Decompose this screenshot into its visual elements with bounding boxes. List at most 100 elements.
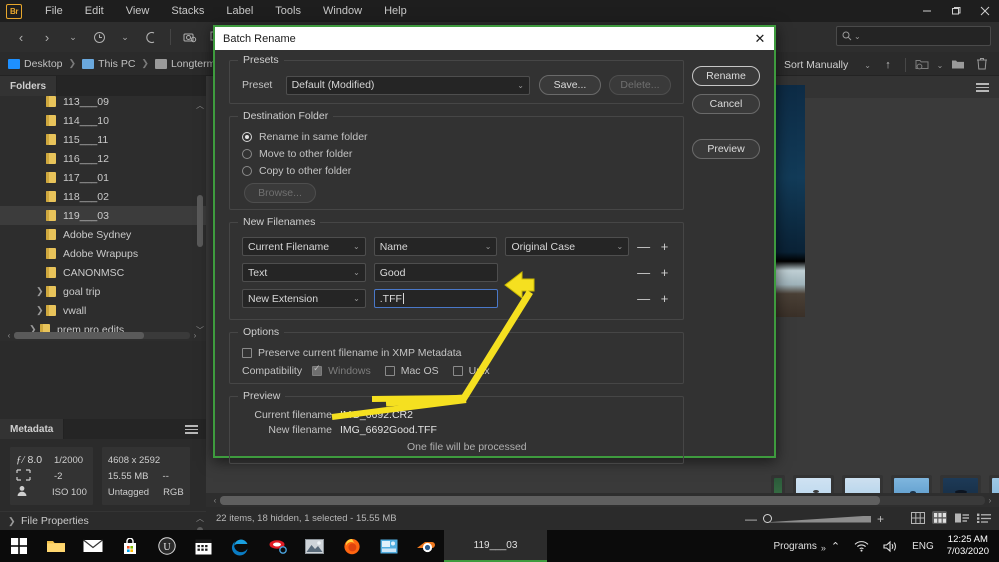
thumbnail-view-icon[interactable] [932,511,947,524]
forward-arrow-icon[interactable]: › [34,26,60,48]
radio-copy-other-folder[interactable]: Copy to other folder [242,165,671,177]
hamburger-icon[interactable] [185,425,198,434]
hscroll-thumb[interactable] [220,495,880,505]
folder-row[interactable]: ❯ goal trip [0,282,206,301]
breadcrumb-item-desktop[interactable]: Desktop ❯ [8,58,82,70]
grid-view-icon[interactable] [910,511,925,524]
minimize-button[interactable] [912,0,941,22]
tab-metadata[interactable]: Metadata [0,419,65,439]
remove-row-icon[interactable]: — [637,291,650,306]
rename-button[interactable]: Rename [692,66,760,86]
firefox-icon[interactable] [333,530,370,562]
save-preset-button[interactable]: Save... [538,75,601,95]
scroll-right-icon[interactable]: › [190,331,200,340]
menu-view[interactable]: View [115,0,161,22]
folder-row[interactable]: ❯ vwall [0,301,206,320]
camera-raw-icon[interactable] [177,26,203,48]
folder-row[interactable]: 115___11 [0,130,206,149]
close-icon[interactable]: ✕ [752,31,768,47]
cancel-button[interactable]: Cancel [692,94,760,114]
folder-row[interactable]: 117___01 [0,168,206,187]
filename-type-dropdown[interactable]: Current Filename ⌄ [242,237,366,256]
clock[interactable]: 12:25 AM 7/03/2020 [941,534,999,558]
folder-tree-scrollbar[interactable]: ︿ ﹀ [196,100,204,336]
rotate-left-icon[interactable] [138,26,164,48]
add-row-icon[interactable]: + [658,239,671,254]
menu-label[interactable]: Label [215,0,264,22]
maximize-button[interactable] [941,0,970,22]
photos-icon[interactable] [296,530,333,562]
thumbnail-zoom-control[interactable]: — + [745,512,884,526]
remove-row-icon[interactable]: — [637,265,650,280]
wifi-icon[interactable] [847,540,876,552]
arrow-up-icon[interactable]: ↑ [875,59,901,71]
folder-row[interactable]: 118___02 [0,187,206,206]
preview-button[interactable]: Preview [692,139,760,159]
recent-clock-icon[interactable] [86,26,112,48]
sort-dropdown[interactable]: Sort Manually ⌄ [780,56,875,74]
scroll-up-icon[interactable]: ︿ [196,100,204,111]
hamburger-icon[interactable] [976,83,989,92]
folder-row[interactable]: 114___10 [0,111,206,130]
add-row-icon[interactable]: + [658,265,671,280]
scrollbar-thumb[interactable] [197,195,203,247]
radio-rename-same-folder[interactable]: Rename in same folder [242,131,671,143]
edge-icon[interactable] [222,530,259,562]
folder-row[interactable]: 113___09 [0,96,206,111]
folder-icon[interactable] [946,58,970,73]
menu-file[interactable]: File [34,0,74,22]
close-button[interactable] [970,0,999,22]
search-input[interactable]: ⌄ [836,26,991,46]
scroll-left-icon[interactable]: ‹ [210,496,220,505]
zoom-slider[interactable] [762,513,871,525]
chevron-right-icon[interactable]: ❯ [36,305,44,316]
windows-start-icon[interactable] [0,530,37,562]
filename-field3-dropdown[interactable]: Original Case ⌄ [505,237,630,256]
preserve-filename-checkbox-row[interactable]: Preserve current filename in XMP Metadat… [242,347,671,359]
menu-window[interactable]: Window [312,0,373,22]
folder-tree-hscrollbar[interactable]: ‹ › [4,331,200,340]
metadata-section-file-properties[interactable]: ❯ File Properties [0,511,206,530]
hscroll-track[interactable] [14,332,190,339]
radio-button[interactable] [242,149,252,159]
radio-move-other-folder[interactable]: Move to other folder [242,148,671,160]
filename-text-input[interactable]: Good [373,263,498,282]
folder-row[interactable]: 116___12 [0,149,206,168]
folder-row[interactable]: Adobe Wrapups [0,244,206,263]
taskbar-active-window[interactable]: 119___03 [444,530,547,562]
chevron-right-icon[interactable]: ❯ [36,286,44,297]
folder-tree[interactable]: 113___09 114___10 115___11 116___12 117_… [0,96,206,341]
slider-knob[interactable] [762,514,772,523]
menu-edit[interactable]: Edit [74,0,115,22]
content-hscrollbar[interactable]: ‹ › [206,493,999,507]
new-folder-icon[interactable] [910,58,934,73]
folder-row-selected[interactable]: 119___03 [0,206,206,225]
volume-icon[interactable] [876,540,905,553]
calendar-icon[interactable] [185,530,222,562]
chevron-down-icon-2[interactable]: ⌄ [112,26,138,48]
unreal-engine-icon[interactable]: U [148,530,185,562]
minus-icon[interactable]: — [745,512,757,526]
blender-icon[interactable] [407,530,444,562]
back-arrow-icon[interactable]: ‹ [8,26,34,48]
menu-help[interactable]: Help [373,0,418,22]
chevron-down-icon-sort[interactable]: ⌄ [934,61,946,70]
checkbox[interactable] [242,348,252,358]
remove-row-icon[interactable]: — [637,239,650,254]
checkbox-macos[interactable] [384,366,395,376]
menu-tools[interactable]: Tools [264,0,312,22]
folder-row[interactable]: CANONMSC [0,263,206,282]
add-row-icon[interactable]: + [658,291,671,306]
scroll-up-icon[interactable]: ︿ [196,513,204,524]
filename-type-dropdown[interactable]: New Extension ⌄ [242,289,366,308]
details-view-icon[interactable] [954,511,969,524]
teams-icon[interactable] [370,530,407,562]
plus-icon[interactable]: + [877,512,884,526]
list-view-icon[interactable] [976,511,991,524]
scroll-right-icon[interactable]: › [985,496,995,505]
hscroll-track[interactable] [220,495,985,505]
file-explorer-icon[interactable] [37,530,74,562]
checkbox-unix[interactable] [452,366,463,376]
scroll-left-icon[interactable]: ‹ [4,331,14,340]
breadcrumb-item-this-pc[interactable]: This PC ❯ [82,58,155,70]
